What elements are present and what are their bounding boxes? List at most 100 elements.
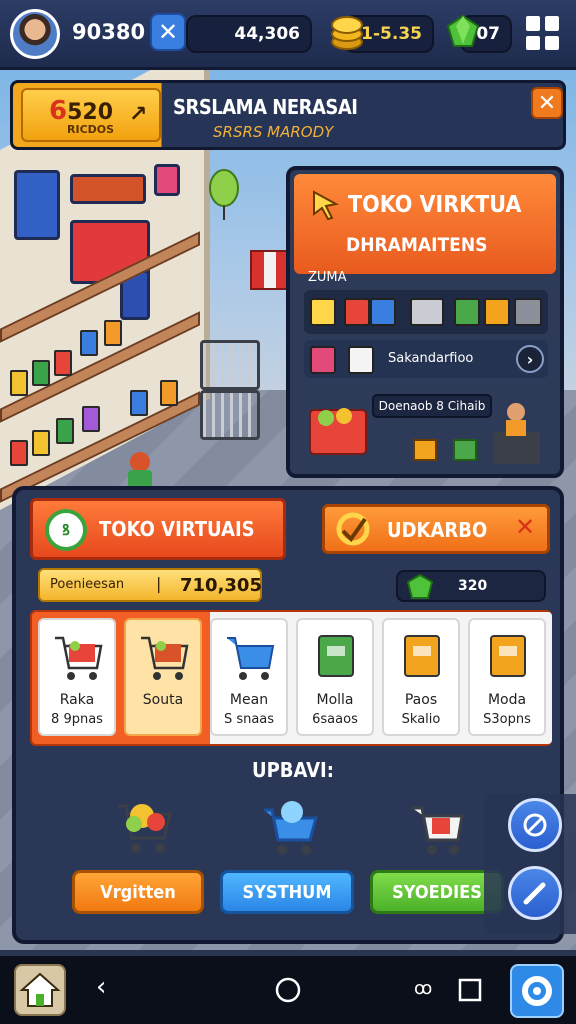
income-separator: | [156,574,162,593]
green-gem-icon [406,574,434,599]
player-score: 90380 [72,20,146,44]
cursor-icon [313,190,339,220]
cart-icon [141,636,189,680]
category-card[interactable]: Souta [124,618,202,736]
box-icon [348,346,374,374]
shelf-icon[interactable] [410,298,444,326]
store-name: TOKO VIRTUAIS [99,517,255,541]
category-card-subtitle: 8 9pnas [51,712,103,727]
bag-icon[interactable] [310,298,336,326]
tag-tool-button[interactable] [508,798,562,852]
coin-stack-icon [331,16,363,50]
next-arrow-button[interactable]: › [516,345,544,373]
category-cards: Raka 8 9pnas Souta Mean S snaas Molla 6saaos Pa… [30,610,552,746]
box-icon [404,635,440,677]
upgrade-button-orange[interactable]: Vrgitten [72,870,204,914]
product-item [160,380,178,406]
wall-poster [14,170,60,240]
category-card-name: Molla [316,692,354,708]
quest-subtitle: SRSRS MARODY [213,123,334,141]
box-icon[interactable] [344,298,370,326]
upgrade-button-blue[interactable]: SYSTHUM [220,870,354,914]
product-item [10,440,28,466]
store-caption: Doenaob 8 Cihaib [372,394,492,418]
gem-balance: 320 [396,570,546,602]
product-item [10,370,28,396]
quest-banner[interactable]: 6520 RICDOS ↗ SRSLAMA NERASAI SRSRS MARO… [10,80,566,150]
settings-button[interactable] [510,964,564,1018]
quest-close-button[interactable]: ✕ [531,87,563,119]
product-item [32,360,50,386]
store-name-button[interactable]: ꝸ TOKO VIRTUAIS [30,498,286,560]
player-avatar[interactable] [10,9,60,59]
coin-value: 1-5.35 [361,24,422,44]
category-card[interactable]: Molla 6saaos [296,618,374,736]
category-card-name: Moda [487,692,527,708]
category-card[interactable]: Paos Skalio [382,618,460,736]
tool-icon[interactable] [514,298,542,326]
income-bar: Poenieesan | 710,305 [38,568,262,602]
store-panel-title: TOKO VIRKTUA [348,192,522,218]
price-sign [70,174,146,204]
stat-counter: 44,306 [186,15,312,53]
balloon-icon [209,169,239,220]
quest-reward-prefix: 6 [49,96,68,126]
gear-icon [522,976,552,1006]
income-value: 710,305 [180,575,262,596]
basket-upgrade-icon [264,801,318,855]
top-bar: 90380 ✕ 44,306 1-5.35 07 [0,0,576,70]
category-card-name: Paos [404,692,438,708]
green-gem-icon [446,14,480,47]
box-icon[interactable] [484,298,510,326]
x-badge-button[interactable]: ✕ [150,13,186,51]
quest-reward: 6520 RICDOS ↗ [21,88,161,142]
grid-menu-icon[interactable] [526,16,560,50]
shopper-character [128,452,152,488]
store-row[interactable]: Sakandarfioo › [304,340,548,378]
book-icon [310,346,336,374]
quest-title: SRSLAMA NERASAI [173,95,358,119]
box-icon[interactable] [370,298,396,326]
arrow-icon: ↗ [129,102,148,127]
pencil-icon [523,882,546,905]
product-item [104,320,122,346]
product-item [32,430,50,456]
shopping-cart [200,340,260,390]
category-card[interactable]: Raka 8 9pnas [38,618,116,736]
quest-reward-number: 520 [67,100,114,125]
product-item [54,350,72,376]
box-icon[interactable] [454,298,480,326]
quest-reward-value: 6520 [49,96,113,126]
home-button[interactable] [14,964,66,1016]
category-card-subtitle: S3opns [483,712,531,727]
product-item [80,330,98,356]
income-label: Poenieesan [50,577,125,592]
category-card-subtitle: S snaas [223,712,275,727]
category-card[interactable]: Moda S3opns [468,618,546,736]
store-panel-label: ZUMA [308,270,347,285]
main-store-panel: ꝸ TOKO VIRTUAIS UDKARBO ✕ Poenieesan | 7… [12,486,564,944]
store-row-label: Sakandarfioo [388,351,474,366]
item-strip [304,290,548,334]
wall-poster [154,164,180,196]
store-panel-header: TOKO VIRKTUA DHRAMAITENS [294,174,556,274]
upgrade-tab-label: UDKARBO [387,518,488,542]
upgrade-tab[interactable]: UDKARBO ✕ [322,504,550,554]
house-icon [19,972,61,1007]
category-card-name: Mean [229,692,269,708]
cart-upgrade-icon [118,804,172,853]
back-icon[interactable]: ‹ [96,972,106,1002]
basket-icon [227,637,275,680]
box-icon [318,635,354,677]
shopping-cart [200,390,260,440]
upgrade-gear-icon [336,512,370,546]
trolley-upgrade-icon [412,806,464,855]
recent-apps-icon[interactable] [458,978,482,1002]
close-icon[interactable]: ✕ [515,513,535,541]
sound-icon[interactable]: ꝏ [414,978,432,999]
quest-reward-label: RICDOS [67,123,115,136]
gem-balance-value: 320 [458,578,488,594]
home-circle-icon[interactable] [274,976,302,1004]
edit-tool-button[interactable] [508,866,562,920]
category-card[interactable]: Mean S snaas [210,618,288,736]
